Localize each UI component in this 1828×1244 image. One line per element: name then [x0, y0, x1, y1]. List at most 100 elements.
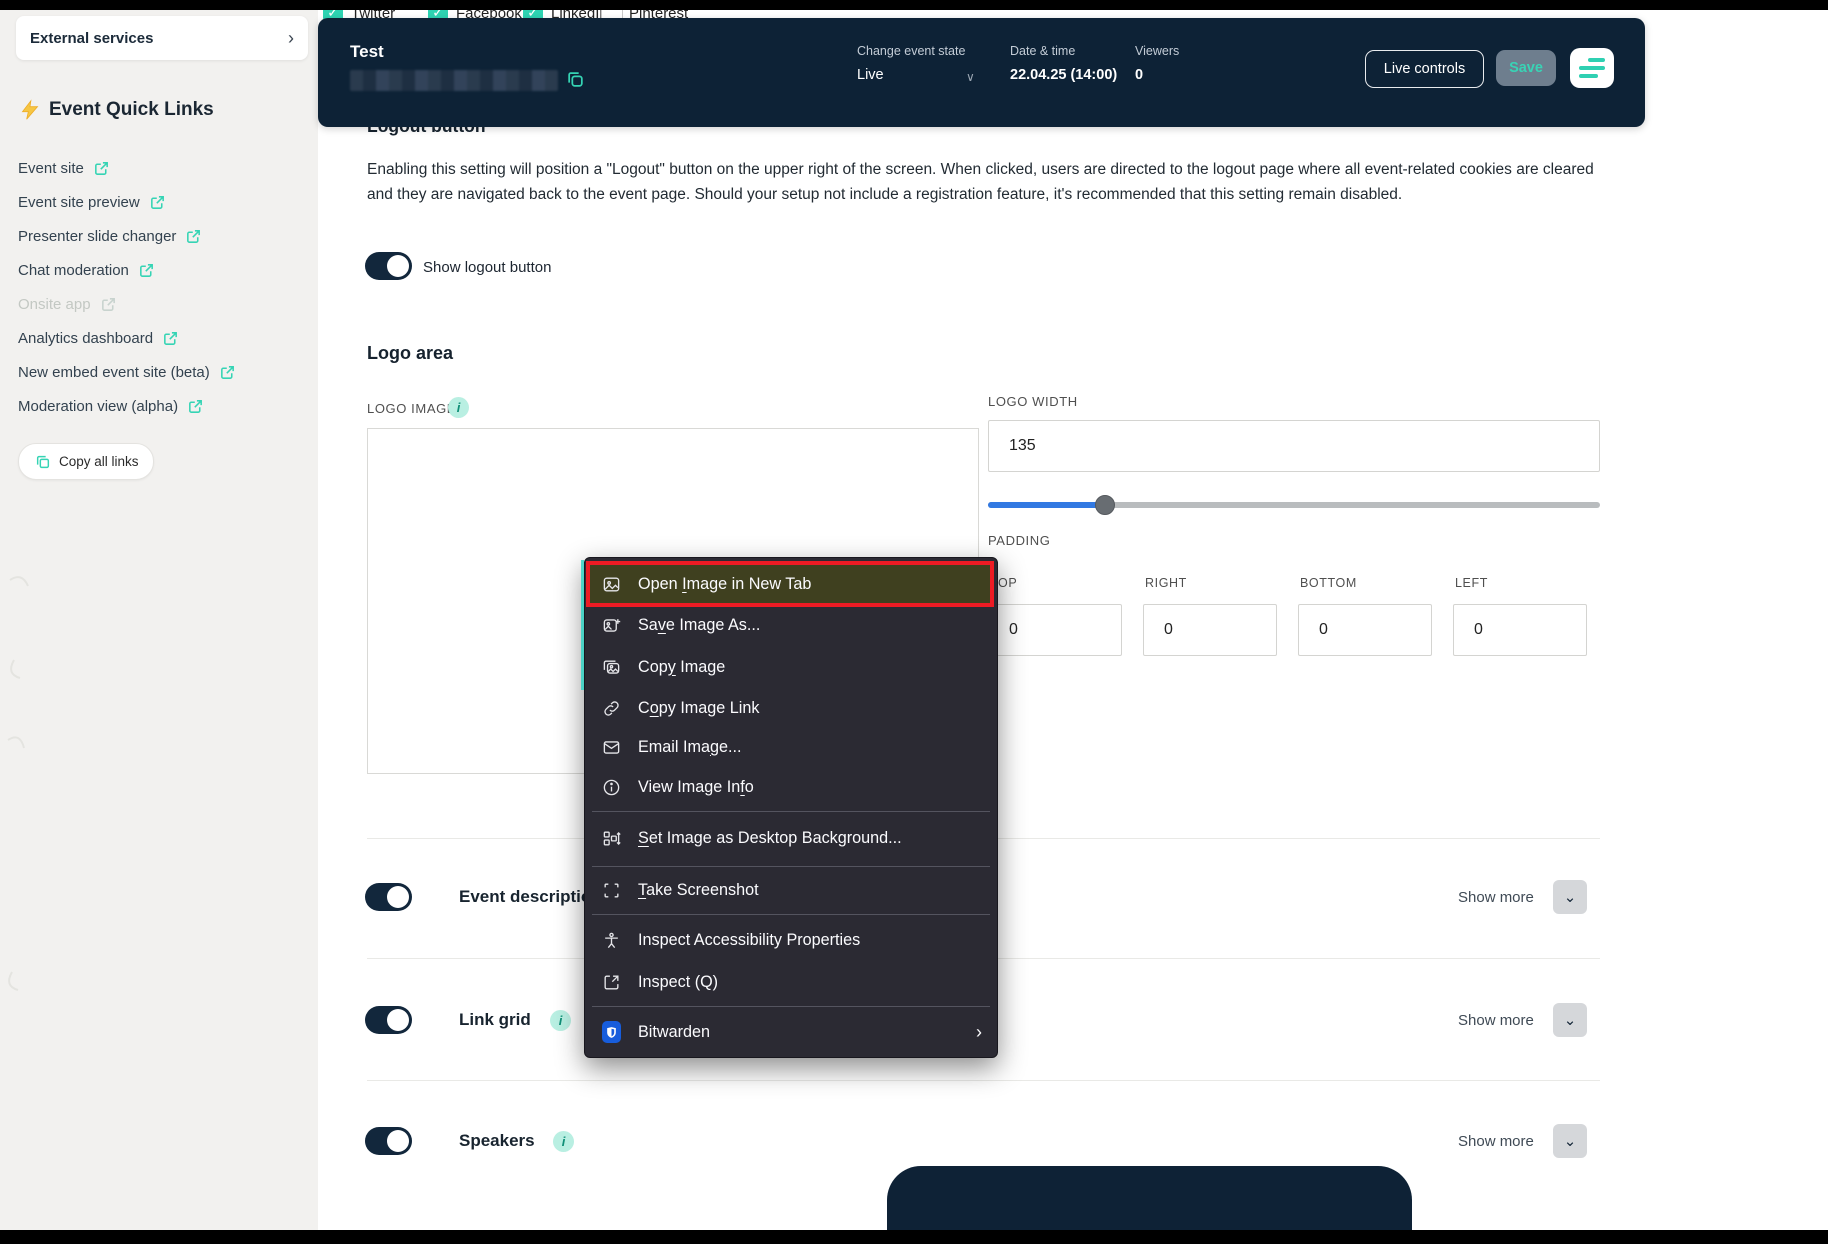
- link-grid-toggle[interactable]: [365, 1006, 412, 1034]
- bottom-letterbox-bar: [0, 1230, 1828, 1244]
- sidebar-item-chat-moderation[interactable]: Chat moderation: [18, 259, 155, 281]
- show-more-button[interactable]: ⌄: [1553, 1124, 1587, 1158]
- menu-item-save-image-as[interactable]: Save Image As...: [584, 605, 998, 645]
- menu-item-view-image-info[interactable]: View Image Info: [584, 767, 998, 807]
- menu-item-label: View Image Info: [638, 778, 754, 797]
- menu-item-set-desktop-background[interactable]: Set Image as Desktop Background...: [584, 818, 998, 858]
- menu-lines-button[interactable]: [1570, 48, 1614, 88]
- padding-top-value: 0: [1009, 621, 1018, 639]
- line-icon: [1579, 66, 1605, 70]
- sidebar-item-presenter-slide-changer[interactable]: Presenter slide changer: [18, 225, 202, 247]
- external-services-label: External services: [30, 30, 153, 47]
- logo-width-label: LOGO WIDTH: [988, 394, 1078, 409]
- sidebar-item-label: Event site: [18, 160, 84, 177]
- live-controls-label: Live controls: [1384, 61, 1465, 77]
- sidebar-item-event-site-preview[interactable]: Event site preview: [18, 191, 166, 213]
- redacted-event-url: [350, 70, 558, 91]
- external-link-icon: [100, 296, 117, 313]
- app-window: ✓ Twitter ✓ Facebook ✓ LinkedIn Pinteres…: [0, 0, 1828, 1244]
- viewers-value: 0: [1135, 67, 1143, 83]
- logo-width-slider[interactable]: [988, 502, 1600, 508]
- padding-right-label: RIGHT: [1145, 576, 1187, 590]
- sidebar-item-label: Presenter slide changer: [18, 228, 176, 245]
- show-more-button[interactable]: ⌄: [1553, 1003, 1587, 1037]
- change-event-state-label: Change event state: [857, 44, 965, 58]
- sidebar-item-label: Moderation view (alpha): [18, 398, 178, 415]
- speakers-label: Speakers: [459, 1131, 535, 1151]
- chevron-right-icon: ›: [288, 28, 294, 49]
- sidebar-item-onsite-app: Onsite app: [18, 293, 117, 315]
- chevron-down-icon[interactable]: ∨: [966, 70, 975, 84]
- menu-item-label: Inspect Accessibility Properties: [638, 931, 860, 950]
- sidebar-item-label: Onsite app: [18, 296, 91, 313]
- external-link-icon: [162, 330, 179, 347]
- sidebar-item-external-services[interactable]: External services ›: [16, 16, 308, 60]
- menu-item-label: Open Image in New Tab: [638, 575, 811, 594]
- menu-item-inspect[interactable]: Inspect (Q): [584, 962, 998, 1002]
- menu-item-label: Set Image as Desktop Background...: [638, 829, 902, 848]
- date-time-label: Date & time: [1010, 44, 1075, 58]
- padding-right-value: 0: [1164, 621, 1173, 639]
- slider-thumb[interactable]: [1095, 495, 1115, 515]
- chevron-down-icon: ⌄: [1564, 888, 1577, 906]
- sidebar-item-event-site[interactable]: Event site: [18, 157, 110, 179]
- menu-item-inspect-accessibility[interactable]: Inspect Accessibility Properties: [584, 920, 998, 960]
- menu-item-bitwarden[interactable]: Bitwarden ›: [584, 1012, 998, 1052]
- line-icon: [1588, 58, 1605, 62]
- logo-width-input[interactable]: 135: [988, 420, 1600, 472]
- logo-width-value: 135: [1009, 437, 1036, 455]
- padding-left-value: 0: [1474, 621, 1483, 639]
- menu-item-copy-image-link[interactable]: Copy Image Link: [584, 688, 998, 728]
- info-icon[interactable]: i: [448, 397, 469, 418]
- bottom-action-banner[interactable]: [887, 1166, 1412, 1236]
- show-logout-toggle[interactable]: [365, 252, 412, 280]
- padding-left-input[interactable]: 0: [1453, 604, 1587, 656]
- padding-bottom-input[interactable]: 0: [1298, 604, 1432, 656]
- bitwarden-icon: [602, 1023, 621, 1042]
- line-icon: [1579, 74, 1598, 78]
- live-controls-button[interactable]: Live controls: [1365, 50, 1484, 88]
- copy-icon: [35, 454, 51, 470]
- submenu-arrow-icon: ›: [976, 1022, 982, 1043]
- sidebar-item-moderation-view[interactable]: Moderation view (alpha): [18, 395, 204, 417]
- quick-links-heading: Event Quick Links: [20, 99, 214, 121]
- menu-item-open-image-new-tab[interactable]: Open Image in New Tab: [586, 561, 994, 607]
- chevron-down-icon: ⌄: [1564, 1011, 1577, 1029]
- menu-item-label: Save Image As...: [638, 616, 760, 635]
- menu-separator: [592, 811, 990, 812]
- save-image-icon: [602, 616, 621, 635]
- show-more-button[interactable]: ⌄: [1553, 880, 1587, 914]
- copy-icon[interactable]: [566, 70, 585, 89]
- event-state-value[interactable]: Live: [857, 67, 884, 83]
- chevron-down-icon: ⌄: [1564, 1132, 1577, 1150]
- menu-item-email-image[interactable]: Email Image...: [584, 727, 998, 767]
- sidebar-item-analytics-dashboard[interactable]: Analytics dashboard: [18, 327, 179, 349]
- copy-all-links-button[interactable]: Copy all links: [18, 443, 154, 480]
- sidebar-item-new-embed-event-site[interactable]: New embed event site (beta): [18, 361, 236, 383]
- lightning-icon: [20, 99, 40, 121]
- link-grid-label: Link grid: [459, 1010, 531, 1030]
- event-description-toggle[interactable]: [365, 883, 412, 911]
- menu-item-copy-image[interactable]: Copy Image: [584, 647, 998, 687]
- top-letterbox-bar: [0, 0, 1828, 10]
- annotation-scribbles: [2, 570, 42, 1010]
- logo-image-label: LOGO IMAGE: [367, 401, 456, 416]
- event-title: Test: [350, 42, 384, 62]
- menu-item-label: Inspect (Q): [638, 973, 718, 992]
- padding-right-input[interactable]: 0: [1143, 604, 1277, 656]
- menu-item-take-screenshot[interactable]: Take Screenshot: [584, 870, 998, 910]
- divider: [367, 1080, 1600, 1081]
- save-button[interactable]: Save: [1496, 50, 1556, 86]
- speakers-toggle[interactable]: [365, 1127, 412, 1155]
- info-icon[interactable]: i: [550, 1010, 571, 1031]
- info-icon[interactable]: i: [553, 1131, 574, 1152]
- padding-top-input[interactable]: 0: [988, 604, 1122, 656]
- event-description-label: Event description: [459, 887, 602, 907]
- menu-separator: [592, 866, 990, 867]
- viewers-label: Viewers: [1135, 44, 1179, 58]
- accessibility-icon: [602, 931, 621, 950]
- menu-item-label: Copy Image: [638, 658, 725, 677]
- external-link-icon: [93, 160, 110, 177]
- show-more-label: Show more: [1458, 889, 1534, 906]
- info-circle-icon: [602, 778, 621, 797]
